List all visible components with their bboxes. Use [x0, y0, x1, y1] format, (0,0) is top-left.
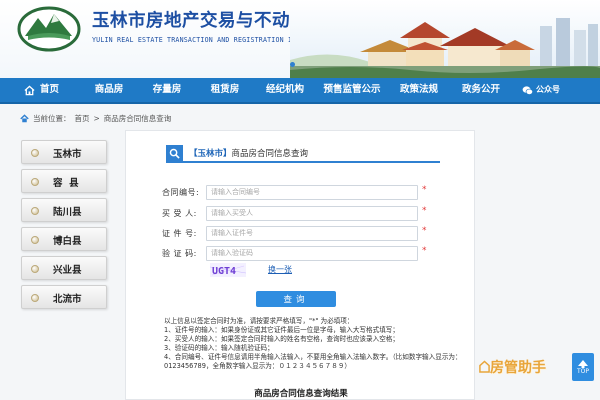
query-button[interactable]: 查询 — [256, 291, 336, 307]
page: 玉林市房地产交易与不动产登记信息网 YULIN REAL ESTATE TRAN… — [0, 0, 600, 400]
certificate-row: 证 件 号: * — [126, 226, 476, 242]
home-icon — [20, 113, 29, 122]
certificate-input[interactable] — [206, 226, 418, 241]
nav-item-agencies[interactable]: 经纪机构 — [254, 77, 316, 103]
required-mark: * — [422, 206, 427, 216]
watermark: 房管助手 — [479, 357, 546, 377]
certificate-label: 证 件 号: — [162, 229, 197, 238]
nav-item-policies[interactable]: 政策法规 — [388, 77, 450, 103]
site-header: 玉林市房地产交易与不动产登记信息网 YULIN REAL ESTATE TRAN… — [0, 0, 600, 78]
bullet-icon — [31, 265, 39, 273]
bullet-icon — [31, 149, 39, 157]
bullet-icon — [31, 236, 39, 244]
sidebar-item-rong-county[interactable]: 容 县 — [21, 169, 107, 193]
sidebar-item-label: 兴业县 — [53, 265, 82, 276]
panel-title-city: 【玉林市】 — [189, 149, 232, 159]
query-panel: 【玉林市】商品房合同信息查询 合同编号: * 买 受 人: * 证 件 号: *… — [125, 130, 475, 400]
watermark-text: 房管助手 — [490, 360, 546, 376]
buyer-row: 买 受 人: * — [126, 206, 476, 222]
contract-number-label: 合同编号: — [162, 188, 200, 197]
sidebar-item-label: 陆川县 — [53, 207, 82, 218]
refresh-captcha-link[interactable]: 换一张 — [268, 264, 292, 275]
back-to-top-button[interactable]: TOP — [572, 353, 594, 381]
required-mark: * — [422, 185, 427, 195]
wechat-icon — [522, 85, 533, 95]
house-icon — [479, 360, 490, 373]
buyer-input[interactable] — [206, 206, 418, 221]
required-mark: * — [422, 246, 427, 256]
sidebar-item-label: 玉林市 — [53, 149, 82, 160]
banner-dot[interactable] — [290, 62, 295, 67]
sidebar-item-label: 北流市 — [53, 294, 82, 305]
nav-item-label: 首页 — [40, 84, 60, 95]
panel-title-text: 商品房合同信息查询 — [231, 149, 309, 159]
instruction-line: 4、合同编号、证件号信息请用半角输入法输入，不要用全角输入法输入数字。（比如数字… — [164, 353, 462, 370]
nav-item-presale-supervision[interactable]: 预售监管公示 — [316, 77, 388, 103]
sidebar-item-bobai-county[interactable]: 博白县 — [21, 227, 107, 251]
panel-header: 【玉林市】商品房合同信息查询 — [166, 144, 440, 163]
required-mark: * — [422, 226, 427, 236]
banner-pagination — [290, 62, 295, 67]
sidebar-item-beiliu-city[interactable]: 北流市 — [21, 285, 107, 309]
sidebar-item-xingye-county[interactable]: 兴业县 — [21, 256, 107, 280]
nav-item-wechat[interactable]: 公众号 — [512, 77, 570, 103]
instruction-line: 2、买受人的输入：如果签定合同时输入的姓名有空格，查询时也应该录入空格； — [164, 335, 399, 343]
captcha-image[interactable]: UGT4 — [210, 263, 246, 277]
nav-item-label: 公众号 — [536, 85, 560, 94]
search-icon — [166, 144, 183, 162]
sidebar-item-luchuan-county[interactable]: 陆川县 — [21, 198, 107, 222]
instructions: 以上信息以签定合同时为准，请按要求严格填写，"*" 为必填项： 1、证件号的输入… — [164, 317, 464, 371]
breadcrumb: 当前位置： 首页 > 商品房合同信息查询 — [0, 110, 600, 126]
bullet-icon — [31, 294, 39, 302]
panel-title: 【玉林市】商品房合同信息查询 — [189, 147, 308, 159]
nav-item-government-affairs[interactable]: 政务公开 — [450, 77, 512, 103]
instruction-line: 3、验证码的输入：输入随机验证码； — [164, 344, 274, 352]
home-icon — [24, 85, 35, 95]
nav-item-resale-homes[interactable]: 存量房 — [138, 77, 196, 103]
back-to-top-label: TOP — [576, 367, 589, 375]
banner-image — [290, 0, 600, 78]
sidebar-item-label: 博白县 — [53, 236, 82, 247]
nav-item-rental[interactable]: 租赁房 — [196, 77, 254, 103]
main-nav: 首页 商品房 存量房 租赁房 经纪机构 预售监管公示 政策法规 政务公开 公众号 — [0, 78, 600, 104]
instruction-line: 以上信息以签定合同时为准，请按要求严格填写，"*" 为必填项： — [164, 317, 354, 325]
logo-icon — [17, 6, 81, 52]
contract-number-row: 合同编号: * — [126, 185, 476, 201]
captcha-row: 验 证 码: * — [126, 246, 476, 262]
captcha-label: 验 证 码: — [162, 249, 197, 258]
county-sidebar: 玉林市 容 县 陆川县 博白县 兴业县 北流市 — [21, 140, 107, 314]
nav-item-home[interactable]: 首页 — [0, 77, 80, 103]
nav-item-new-homes[interactable]: 商品房 — [80, 77, 138, 103]
bullet-icon — [31, 207, 39, 215]
captcha-input[interactable] — [206, 246, 418, 261]
breadcrumb-home-link[interactable]: 首页 — [75, 113, 90, 124]
arrow-up-icon — [578, 359, 588, 368]
sidebar-item-label: 容 县 — [53, 178, 79, 189]
buyer-label: 买 受 人: — [162, 209, 197, 218]
bullet-icon — [31, 178, 39, 186]
result-title: 商品房合同信息查询结果 — [254, 389, 348, 399]
sidebar-item-yulin-city[interactable]: 玉林市 — [21, 140, 107, 164]
breadcrumb-prefix: 当前位置： — [33, 113, 71, 123]
instruction-line: 1、证件号的输入：如果身份证或其它证件最后一位是字母，输入大写格式填写； — [164, 326, 399, 334]
contract-number-input[interactable] — [206, 185, 418, 200]
captcha-text: UGT4 — [212, 266, 236, 277]
breadcrumb-current: 商品房合同信息查询 — [103, 113, 172, 123]
breadcrumb-separator: > — [93, 113, 100, 123]
